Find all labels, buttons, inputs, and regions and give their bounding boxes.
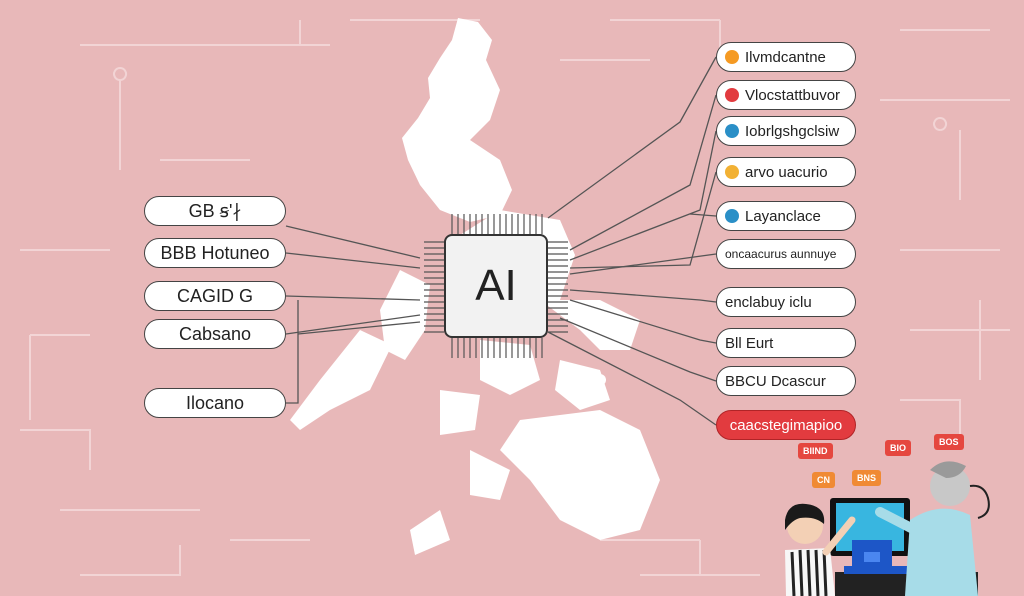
ai-language-diagram: AI GB ꞩ'∤ BBB Hotuneo CAGID G Cabsano Il… <box>0 0 1024 596</box>
people-illustration <box>785 461 990 596</box>
